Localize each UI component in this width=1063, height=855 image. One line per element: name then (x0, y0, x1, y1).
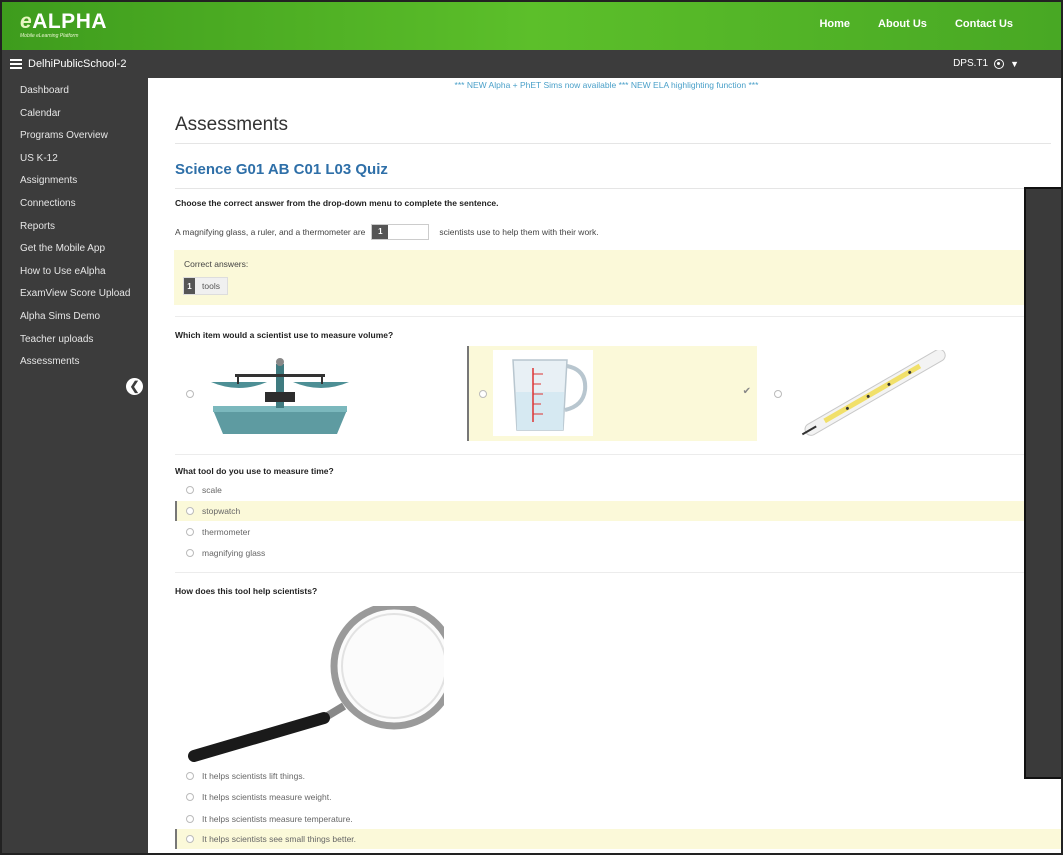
blank-number: 1 (372, 225, 389, 239)
option-label: scale (202, 485, 222, 495)
hamburger-icon[interactable] (10, 57, 22, 71)
main-content: *** NEW Alpha + PhET Sims now available … (148, 78, 1061, 853)
sidebar-item-dashboard[interactable]: Dashboard (2, 80, 148, 103)
sidebar-item-calendar[interactable]: Calendar (2, 103, 148, 126)
choice-balance-scale[interactable] (175, 346, 465, 441)
correct-answers-label: Correct answers: (184, 259, 249, 269)
option-label: It helps scientists lift things. (202, 771, 305, 781)
option-stopwatch[interactable]: stopwatch (175, 501, 1035, 521)
sidebar-item-assessments[interactable]: Assessments (2, 351, 148, 374)
sidebar-item-programs-overview[interactable]: Programs Overview (2, 125, 148, 148)
sidebar-item-mobile-app[interactable]: Get the Mobile App (2, 238, 148, 261)
logo-prefix: e (20, 10, 33, 33)
nav-home[interactable]: Home (819, 18, 850, 30)
check-icon: ✔ (742, 386, 751, 397)
answer-dropdown[interactable]: 1 (371, 224, 430, 240)
option-scale[interactable]: scale (175, 480, 1035, 500)
radio-button[interactable] (186, 549, 194, 557)
overlay-panel[interactable] (1024, 187, 1061, 779)
top-nav: Home About Us Contact Us (819, 18, 1013, 30)
option-measure-temperature[interactable]: It helps scientists measure temperature. (175, 809, 1035, 829)
option-label: It helps scientists see small things bet… (202, 834, 357, 844)
logo-text: ALPHA (32, 10, 108, 33)
sidebar-item-assignments[interactable]: Assignments (2, 170, 148, 193)
top-header: eALPHA Mobile eLearning Platform Home Ab… (2, 2, 1061, 50)
correct-answers-box: Correct answers: 1 tools (174, 250, 1034, 305)
user-menu[interactable]: DPS.T1 ▼ (953, 58, 1019, 69)
radio-button[interactable] (186, 793, 194, 801)
option-thermometer[interactable]: thermometer (175, 522, 1035, 542)
radio-button[interactable] (479, 390, 487, 398)
sidebar-item-alpha-sims-demo[interactable]: Alpha Sims Demo (2, 306, 148, 329)
radio-button[interactable] (186, 528, 194, 536)
school-menu[interactable]: DelhiPublicSchool-2 (10, 57, 126, 71)
page-title: Assessments (175, 114, 288, 135)
radio-button[interactable] (186, 486, 194, 494)
sidebar-item-teacher-uploads[interactable]: Teacher uploads (2, 329, 148, 352)
app-window: eALPHA Mobile eLearning Platform Home Ab… (0, 0, 1063, 855)
sidebar-item-us-k12[interactable]: US K-12 (2, 148, 148, 171)
option-label: It helps scientists measure temperature. (202, 814, 353, 824)
chevron-down-icon: ▼ (1010, 58, 1019, 69)
divider (175, 454, 1051, 455)
sidebar-item-reports[interactable]: Reports (2, 216, 148, 239)
option-magnifying-glass[interactable]: magnifying glass (175, 543, 1035, 563)
nav-about-us[interactable]: About Us (878, 18, 927, 30)
radio-button[interactable] (186, 507, 194, 515)
announcement-banner[interactable]: *** NEW Alpha + PhET Sims now available … (148, 80, 1061, 90)
option-lift-things[interactable]: It helps scientists lift things. (175, 766, 1035, 786)
image-choices: ✔ (175, 346, 1035, 441)
nav-contact-us[interactable]: Contact Us (955, 18, 1013, 30)
sidebar: Dashboard Calendar Programs Overview US … (2, 78, 148, 853)
user-name: DPS.T1 (953, 58, 989, 69)
magnifying-glass-image (188, 606, 444, 762)
radio-button[interactable] (186, 835, 194, 843)
sentence-after: scientists use to help them with their w… (439, 227, 599, 237)
radio-button[interactable] (186, 815, 194, 823)
divider (175, 188, 1051, 189)
correct-answer-chip: 1 tools (183, 277, 228, 295)
question-3-prompt: What tool do you use to measure time? (175, 466, 334, 476)
logo[interactable]: eALPHA Mobile eLearning Platform (20, 10, 107, 39)
user-circle-icon (994, 58, 1005, 69)
divider (175, 572, 1051, 573)
correct-answer-text: tools (195, 278, 227, 294)
chevron-left-icon[interactable]: ❮ (126, 378, 143, 395)
choice-thermometer[interactable] (765, 346, 1035, 441)
balance-scale-image (211, 358, 349, 434)
option-label: It helps scientists measure weight. (202, 792, 332, 802)
option-label: stopwatch (202, 506, 241, 516)
question-1-sentence: A magnifying glass, a ruler, and a therm… (175, 224, 599, 240)
question-1-prompt: Choose the correct answer from the drop-… (175, 198, 499, 208)
sidebar-item-how-to-use[interactable]: How to Use eAlpha (2, 261, 148, 284)
divider (175, 316, 1051, 317)
option-measure-weight[interactable]: It helps scientists measure weight. (175, 787, 1035, 807)
thermometer-image (801, 350, 946, 436)
option-see-small-things[interactable]: It helps scientists see small things bet… (175, 829, 1061, 849)
divider (175, 143, 1051, 144)
correct-answer-number: 1 (184, 278, 195, 294)
sidebar-item-connections[interactable]: Connections (2, 193, 148, 216)
school-name: DelhiPublicSchool-2 (28, 58, 127, 70)
option-label: thermometer (202, 527, 251, 537)
sentence-before: A magnifying glass, a ruler, and a therm… (175, 227, 366, 237)
radio-button[interactable] (774, 390, 782, 398)
radio-button[interactable] (186, 390, 194, 398)
sidebar-item-examview-upload[interactable]: ExamView Score Upload (2, 283, 148, 306)
radio-button[interactable] (186, 772, 194, 780)
sub-header: DelhiPublicSchool-2 DPS.T1 ▼ (2, 50, 1061, 78)
measuring-cup-image (493, 350, 593, 436)
quiz-title: Science G01 AB C01 L03 Quiz (175, 161, 388, 178)
option-label: magnifying glass (202, 548, 266, 558)
choice-measuring-cup[interactable]: ✔ (467, 346, 757, 441)
question-2-prompt: Which item would a scientist use to meas… (175, 330, 394, 340)
question-4-prompt: How does this tool help scientists? (175, 586, 318, 596)
